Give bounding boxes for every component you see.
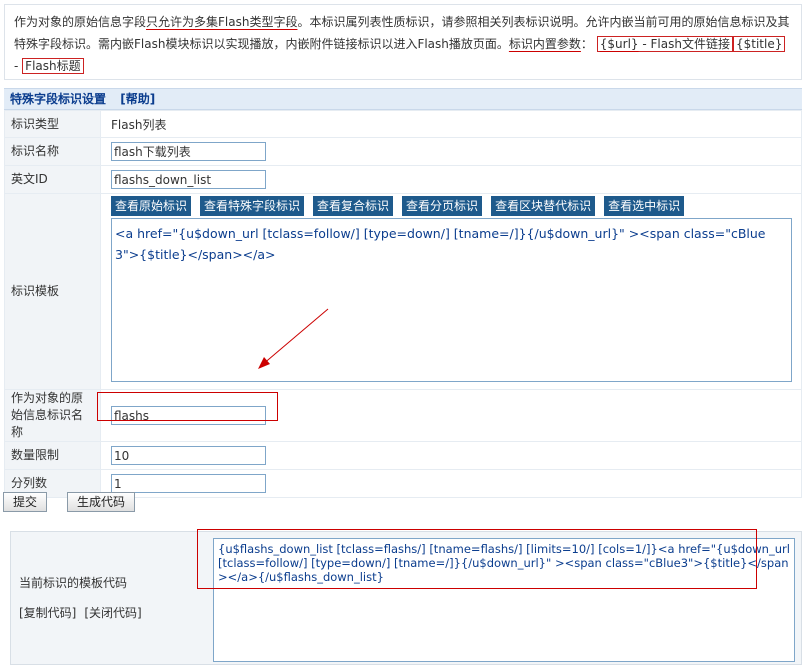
row-id: 英文ID (4, 165, 802, 194)
intro-highlight-field-type: 只允许为多集Flash类型字段 (146, 15, 298, 29)
limit-label: 数量限制 (4, 441, 101, 470)
title-param-desc-2: Flash标题 (22, 58, 84, 74)
row-source: 作为对象的原始信息标识名称 (4, 389, 802, 442)
code-links: [复制代码] [关闭代码] (19, 604, 150, 621)
type-label: 标识类型 (4, 110, 101, 138)
template-textarea[interactable]: <a href="{u$down_url [tclass=follow/] [t… (111, 218, 792, 382)
intro-colon: ： (580, 37, 593, 51)
section-header: 特殊字段标识设置 [帮助] (4, 88, 802, 110)
view-special-field-tags-button[interactable]: 查看特殊字段标识 (200, 196, 305, 216)
annotation-arrow-icon (258, 308, 329, 369)
code-panel-label: 当前标识的模板代码 (19, 576, 128, 590)
source-tag-input[interactable] (111, 406, 266, 425)
view-composite-tags-button[interactable]: 查看复合标识 (313, 196, 394, 216)
intro-text-1: 作为对象的原始信息字段 (14, 15, 147, 29)
submit-button[interactable]: 提交 (3, 492, 48, 512)
form-actions: 提交 生成代码 (3, 492, 155, 512)
id-label: 英文ID (4, 165, 101, 194)
intro-builtin-params: 标识内置参数 (508, 37, 581, 51)
close-code-link[interactable]: [关闭代码] (84, 606, 141, 620)
cols-input[interactable] (111, 474, 266, 493)
title-param-desc-1: - (14, 59, 19, 73)
source-label: 作为对象的原始信息标识名称 (4, 389, 101, 442)
generate-code-button[interactable]: 生成代码 (67, 492, 136, 512)
intro-description: 作为对象的原始信息字段只允许为多集Flash类型字段。本标识属列表性质标识，请参… (4, 4, 802, 80)
view-selected-tags-button[interactable]: 查看选中标识 (604, 196, 685, 216)
section-title: 特殊字段标识设置 (10, 92, 107, 106)
title-param-box: {$title} (732, 36, 786, 52)
row-limit: 数量限制 (4, 441, 802, 470)
name-input[interactable] (111, 142, 266, 161)
code-panel: 当前标识的模板代码 [复制代码] [关闭代码] {u$flashs_down_li… (10, 531, 802, 665)
settings-table: 标识类型 Flash列表 标识名称 英文ID 标识模板 查看原始标识查看特殊字段… (4, 110, 802, 498)
row-type: 标识类型 Flash列表 (4, 110, 802, 138)
row-name: 标识名称 (4, 137, 802, 166)
name-label: 标识名称 (4, 137, 101, 166)
view-paging-tags-button[interactable]: 查看分页标识 (402, 196, 483, 216)
copy-code-link[interactable]: [复制代码] (19, 606, 76, 620)
generated-code-textarea[interactable]: {u$flashs_down_list [tclass=flashs/] [tn… (213, 538, 795, 662)
url-param-tag: {$url} (599, 37, 639, 51)
type-value: Flash列表 (100, 110, 802, 138)
view-block-replace-tags-button[interactable]: 查看区块替代标识 (491, 196, 596, 216)
row-template: 标识模板 查看原始标识 查看特殊字段标识 查看复合标识 查看分页标识 查看区块替代标识查… (4, 193, 802, 390)
english-id-input[interactable] (111, 170, 266, 189)
template-label: 标识模板 (4, 193, 101, 390)
help-link[interactable]: [帮助] (120, 92, 155, 106)
tag-button-bar: 查看原始标识 查看特殊字段标识 查看复合标识 查看分页标识 查看区块替代标识 查看选中标识 (111, 194, 801, 218)
url-param-desc: - Flash文件链接 (638, 37, 730, 51)
url-param-box: {$url} - Flash文件链接 (596, 36, 733, 52)
view-original-tags-button[interactable]: 查看原始标识 (111, 196, 192, 216)
limit-input[interactable] (111, 446, 266, 465)
title-param-tag: {$title} (735, 37, 783, 51)
